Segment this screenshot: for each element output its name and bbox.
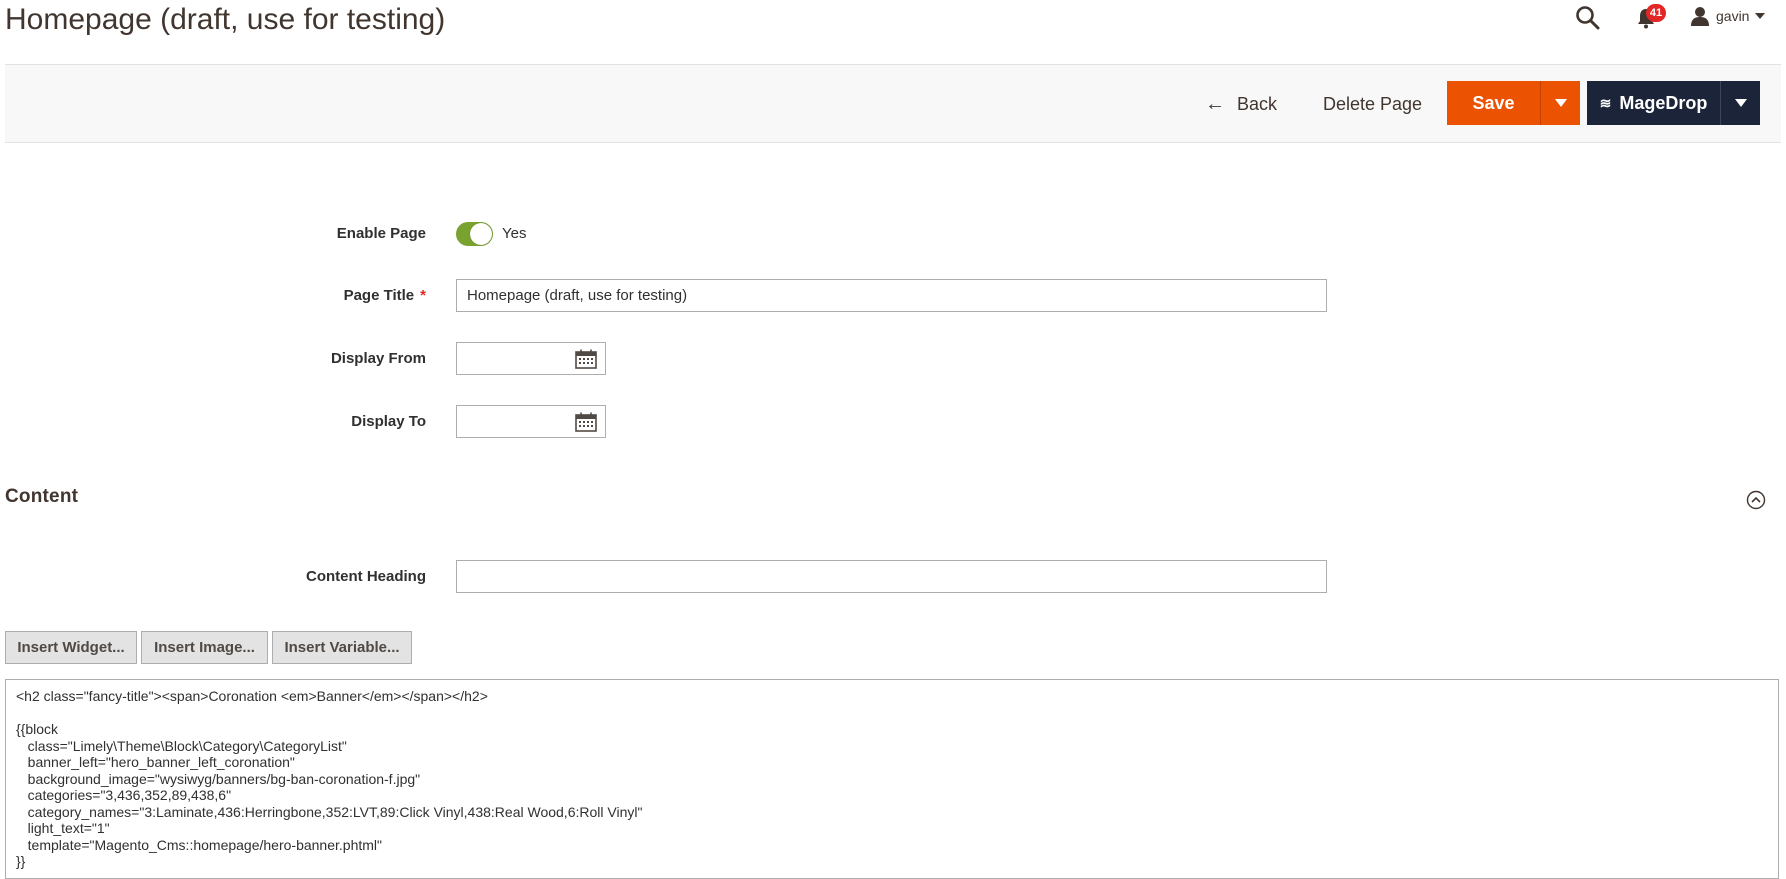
page-title-input[interactable] bbox=[456, 279, 1327, 312]
calendar-icon[interactable] bbox=[575, 412, 597, 432]
search-icon[interactable] bbox=[1574, 4, 1602, 32]
magedrop-label: MageDrop bbox=[1619, 92, 1708, 113]
display-to-input[interactable] bbox=[456, 405, 606, 438]
page-title: Homepage (draft, use for testing) bbox=[5, 3, 446, 36]
insert-widget-button[interactable]: Insert Widget... bbox=[5, 631, 137, 664]
triangle-down-icon bbox=[1734, 99, 1747, 107]
chevron-down-icon bbox=[1755, 13, 1766, 19]
save-options-toggle[interactable] bbox=[1540, 81, 1580, 125]
magedrop-split-button: ≋ MageDrop bbox=[1587, 81, 1760, 125]
required-asterisk: * bbox=[420, 287, 426, 304]
content-heading-input[interactable] bbox=[456, 560, 1327, 593]
insert-image-button[interactable]: Insert Image... bbox=[141, 631, 268, 664]
user-name: gavin bbox=[1716, 8, 1750, 24]
insert-variable-button[interactable]: Insert Variable... bbox=[272, 631, 412, 664]
magedrop-button[interactable]: ≋ MageDrop bbox=[1587, 81, 1720, 125]
content-section-title[interactable]: Content bbox=[5, 486, 78, 508]
page-title-label: Page Title * bbox=[226, 287, 426, 304]
display-from-label: Display From bbox=[330, 350, 426, 367]
arrow-left-icon: ← bbox=[1205, 92, 1225, 115]
enable-page-toggle[interactable] bbox=[456, 222, 493, 246]
notification-badge[interactable]: 41 bbox=[1646, 4, 1666, 22]
user-icon bbox=[1691, 7, 1709, 26]
display-from-input[interactable] bbox=[456, 342, 606, 375]
page-title-label-text: Page Title bbox=[343, 287, 415, 304]
user-menu[interactable]: gavin bbox=[1690, 4, 1766, 28]
save-split-button: Save bbox=[1447, 81, 1580, 125]
page-actions-bar: ← Back Delete Page Save ≋ MageDrop bbox=[5, 64, 1781, 143]
calendar-icon[interactable] bbox=[575, 349, 597, 369]
enable-page-label: Enable Page bbox=[336, 225, 426, 242]
chevron-up-circle-icon[interactable] bbox=[1746, 490, 1766, 510]
content-heading-label: Content Heading bbox=[306, 568, 426, 585]
delete-page-button[interactable]: Delete Page bbox=[1323, 89, 1422, 119]
back-label: Back bbox=[1237, 93, 1278, 114]
back-button[interactable]: ← Back bbox=[1205, 89, 1277, 119]
magedrop-options-toggle[interactable] bbox=[1720, 81, 1760, 125]
content-editor-textarea[interactable]: <h2 class="fancy-title"><span>Coronation… bbox=[5, 679, 1779, 879]
magedrop-logo-icon: ≋ bbox=[1599, 94, 1612, 111]
display-to-label: Display To bbox=[351, 413, 426, 430]
triangle-down-icon bbox=[1554, 99, 1567, 107]
enable-page-value: Yes bbox=[502, 225, 527, 242]
toggle-knob bbox=[470, 223, 492, 245]
save-button[interactable]: Save bbox=[1447, 81, 1540, 125]
